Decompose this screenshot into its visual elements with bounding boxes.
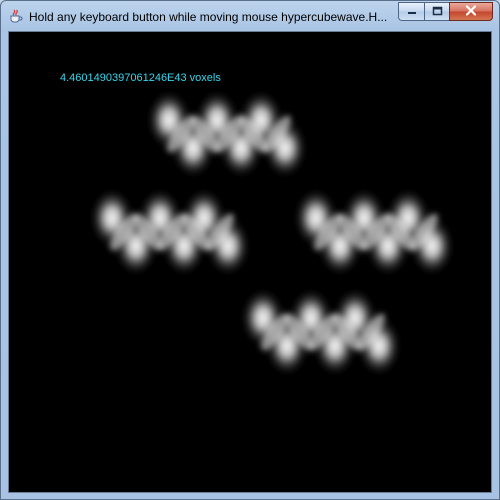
voxel-count-label: 4.4601490397061246E43 voxels <box>60 72 221 84</box>
java-coffee-cup-icon[interactable] <box>8 8 24 24</box>
title-bar[interactable]: Hold any keyboard button while moving mo… <box>1 1 499 30</box>
maximize-icon <box>432 3 443 21</box>
wave-cluster <box>147 90 307 178</box>
maximize-button[interactable] <box>424 2 449 21</box>
hypercube-wave-visualization[interactable] <box>9 32 493 494</box>
close-icon <box>465 3 477 21</box>
minimize-icon <box>407 3 417 21</box>
render-canvas[interactable]: 4.4601490397061246E43 voxels <box>8 31 492 493</box>
close-button[interactable] <box>449 2 493 21</box>
minimize-button[interactable] <box>398 2 424 21</box>
window-title: Hold any keyboard button while moving mo… <box>29 10 388 24</box>
wave-cluster <box>241 288 401 376</box>
app-window: Hold any keyboard button while moving mo… <box>0 0 500 500</box>
wave-clusters <box>90 90 454 376</box>
window-controls <box>398 2 493 21</box>
wave-cluster <box>294 188 454 276</box>
wave-cluster <box>90 188 250 276</box>
